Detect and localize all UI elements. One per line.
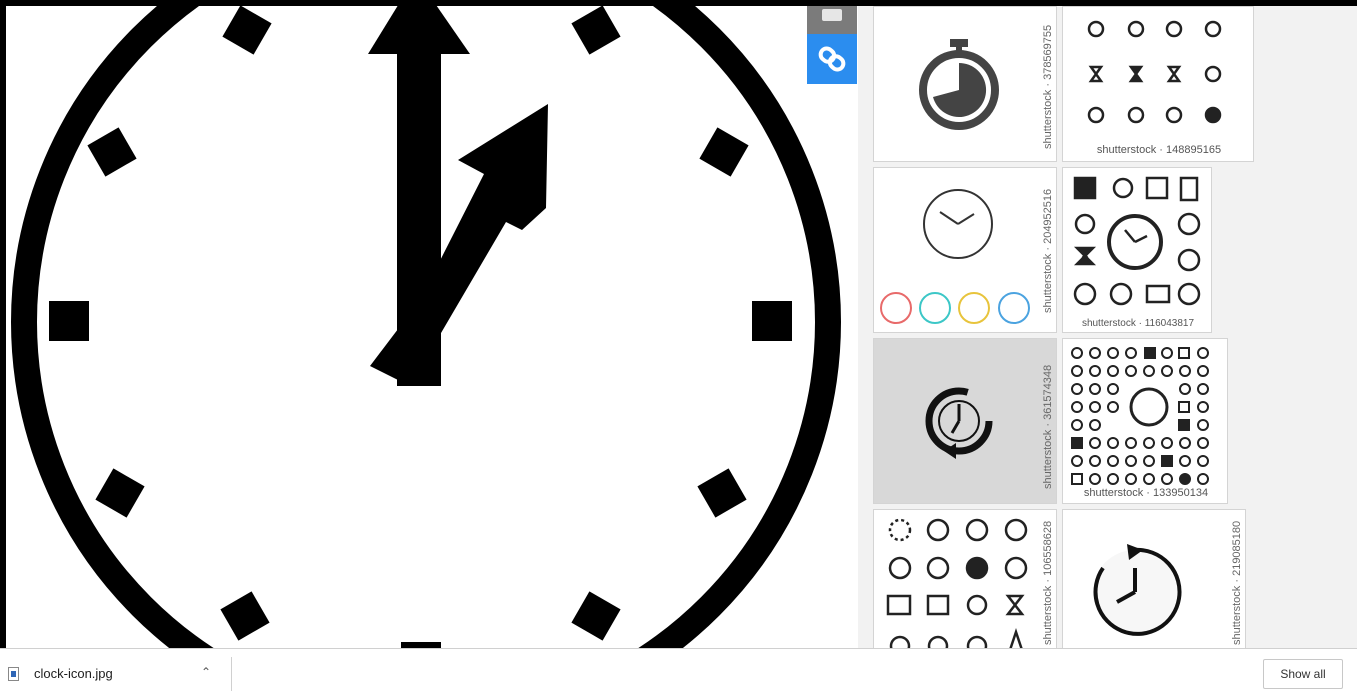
- download-file-name[interactable]: clock-icon.jpg: [34, 666, 113, 681]
- related-images-gallery: shutterstock · 378569755 shutterstock · …: [858, 6, 1357, 648]
- clock-icon-set: [1071, 347, 1209, 485]
- thumbnail-credit: shutterstock · 378569755: [1042, 24, 1054, 149]
- thumbnail-icon-set[interactable]: shutterstock · 106558628: [873, 509, 1057, 648]
- image-viewer[interactable]: [6, 6, 858, 648]
- image-file-icon: [8, 667, 19, 681]
- divider: [231, 657, 232, 691]
- thumbnail-credit: shutterstock · 148895165: [1096, 144, 1222, 156]
- download-bar: clock-icon.jpg ⌃ Show all: [0, 648, 1357, 698]
- thumbnail-credit: shutterstock · 204952516: [1042, 188, 1054, 313]
- thumbnail-credit: shutterstock · 361574348: [1042, 364, 1054, 489]
- clock-refresh-icon: [1093, 544, 1182, 636]
- thumbnail-credit: shutterstock · 219085180: [1231, 520, 1243, 645]
- show-all-button[interactable]: Show all: [1263, 659, 1343, 689]
- stopwatch-icon: [919, 39, 999, 130]
- clock-icon: [880, 189, 1030, 324]
- generic-icon: [822, 9, 842, 21]
- thumbnail-credit: shutterstock · 106558628: [1042, 520, 1054, 645]
- thumbnail-credit: shutterstock · 133950134: [1083, 487, 1209, 499]
- thumbnail-icon-set[interactable]: shutterstock · 148895165: [1062, 6, 1254, 162]
- link-icon: [818, 46, 846, 72]
- tool-button-top[interactable]: [807, 6, 857, 34]
- thumbnail-credit: shutterstock · 116043817: [1081, 318, 1195, 329]
- thumbnail-clock-refresh[interactable]: shutterstock · 361574348: [873, 338, 1057, 504]
- viewer-tools: [807, 6, 857, 84]
- browser-window: shutterstock · 378569755 shutterstock · …: [0, 0, 1357, 698]
- thumbnail-clock[interactable]: shutterstock · 204952516: [873, 167, 1057, 333]
- clock-icon-set: [886, 518, 1028, 648]
- thumbnail-clock-refresh[interactable]: shutterstock · 219085180: [1062, 509, 1246, 648]
- large-clock-image: [11, 6, 841, 648]
- thumbnail-stopwatch[interactable]: shutterstock · 378569755: [873, 6, 1057, 162]
- link-button[interactable]: [807, 34, 857, 84]
- viewer-border-left: [0, 0, 6, 648]
- thumbnail-icon-set[interactable]: shutterstock · 133950134: [1062, 338, 1228, 504]
- clock-icon-set: [1073, 176, 1201, 306]
- chevron-up-icon[interactable]: ⌃: [195, 661, 217, 683]
- clock-icon-set: [1087, 20, 1222, 124]
- clock-refresh-icon: [925, 387, 993, 459]
- thumbnail-icon-set[interactable]: shutterstock · 116043817: [1062, 167, 1212, 333]
